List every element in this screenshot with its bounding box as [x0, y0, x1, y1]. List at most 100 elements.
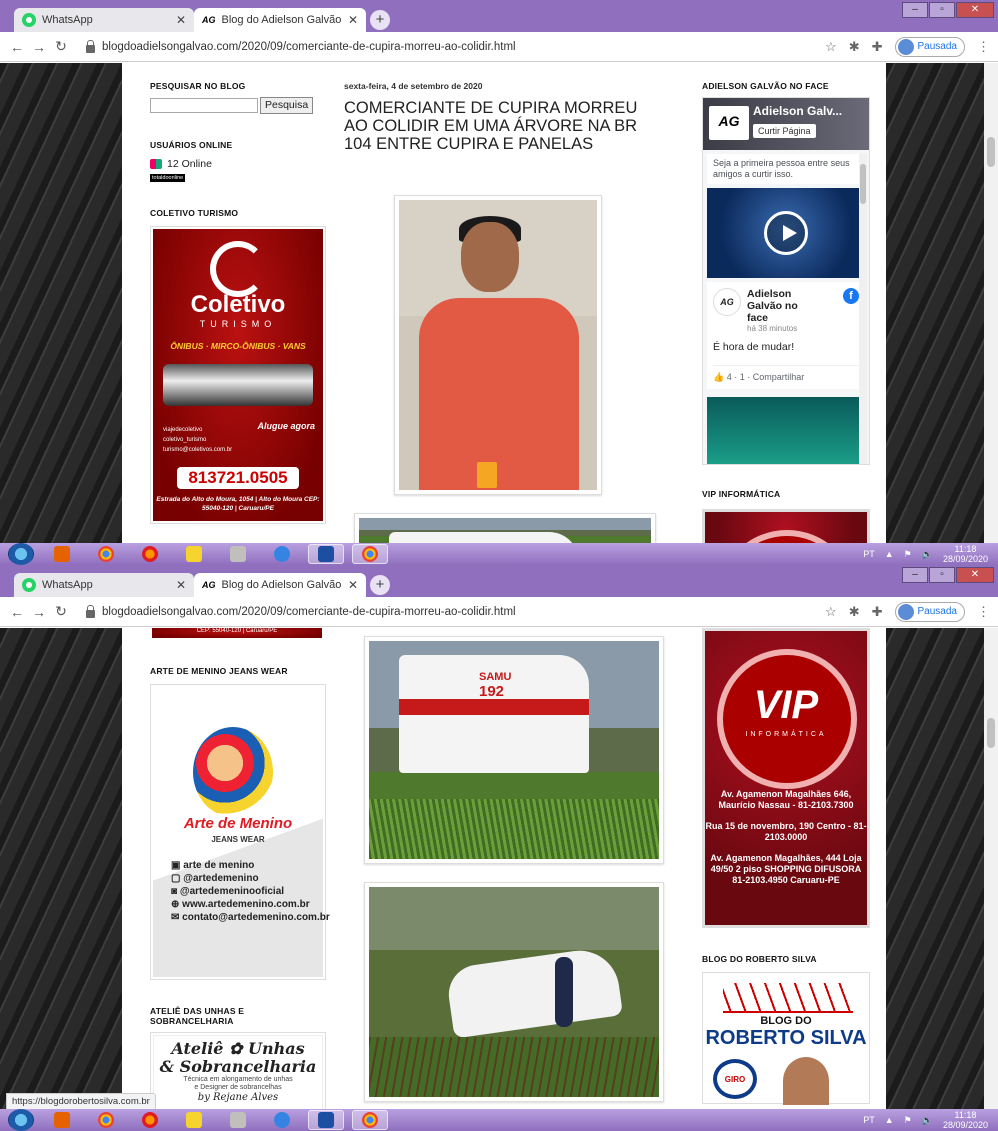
fb-page-name[interactable]: Adielson Galv... [753, 104, 842, 118]
extension-icon[interactable]: ✱ [849, 39, 860, 55]
taskbar-chrome[interactable] [88, 1110, 124, 1130]
tray-arrow-icon[interactable]: ▲ [885, 549, 894, 559]
scrollbar[interactable] [984, 63, 998, 543]
taskbar-firefox[interactable] [132, 544, 168, 564]
fb-video-2[interactable] [707, 397, 865, 464]
coletivo-ad[interactable]: Coletivo TURISMO ÔNIBUS · MIRCO-ÔNIBUS ·… [150, 226, 326, 524]
new-tab-button[interactable]: + [370, 575, 390, 595]
tab-blog[interactable]: AG Blog do Adielson Galvão: COMER ✕ [194, 8, 366, 32]
taskbar-app[interactable] [264, 544, 300, 564]
tab-bar: WhatsApp ✕ AG Blog do Adielson Galvão: C… [0, 565, 998, 597]
fb-video[interactable] [707, 188, 865, 278]
reload-icon[interactable]: ↻ [50, 38, 72, 55]
fb-scrollbar[interactable] [859, 154, 867, 464]
atelie-ad[interactable]: Ateliê ✿ Unhas & Sobrancelharia Técnica … [150, 1032, 326, 1109]
close-icon[interactable]: ✕ [348, 13, 358, 27]
online-badge[interactable]: totaldoonline [150, 174, 186, 182]
start-button[interactable] [8, 543, 34, 565]
search-input[interactable] [150, 98, 258, 113]
post-title[interactable]: COMERCIANTE DE CUPIRA MORREU AO COLIDIR … [344, 99, 644, 153]
taskbar-chrome-active[interactable] [352, 544, 388, 564]
taskbar-chrome[interactable] [88, 544, 124, 564]
minimize-button[interactable]: – [902, 567, 928, 583]
coletivo-ad-partial[interactable]: CEP: 55040-120 | Caruaru/PE [152, 628, 322, 638]
close-window-button[interactable]: ✕ [956, 567, 994, 583]
scroll-thumb[interactable] [987, 137, 995, 167]
back-icon[interactable]: ← [6, 604, 28, 620]
search-button[interactable]: Pesquisa [260, 97, 314, 114]
lock-icon[interactable] [86, 39, 95, 53]
fb-like-button[interactable]: Curtir Página [753, 124, 816, 138]
reload-icon[interactable]: ↻ [50, 603, 72, 620]
language-indicator[interactable]: PT [863, 1115, 875, 1125]
volume-icon[interactable]: 🔈 [922, 1115, 933, 1126]
post-photo-ambulance-partial[interactable] [354, 513, 656, 543]
taskbar-explorer[interactable] [176, 1110, 212, 1130]
new-tab-button[interactable]: + [370, 10, 390, 30]
url-field[interactable]: blogdoadielsongalvao.com/2020/09/comerci… [102, 41, 825, 53]
back-icon[interactable]: ← [6, 39, 28, 55]
window-controls: – ▫ ✕ [902, 2, 994, 18]
fb-action-text[interactable]: 4 · 1 · Compartilhar [727, 372, 805, 382]
star-icon[interactable]: ☆ [825, 39, 837, 55]
lock-icon[interactable] [86, 604, 95, 618]
taskbar-chrome-active[interactable] [352, 1110, 388, 1130]
maximize-button[interactable]: ▫ [929, 2, 955, 18]
facebook-icon: f [843, 288, 859, 304]
taskbar-word[interactable] [308, 1110, 344, 1130]
taskbar-media[interactable] [44, 1110, 80, 1130]
tab-whatsapp[interactable]: WhatsApp ✕ [14, 8, 194, 32]
forward-icon[interactable]: → [28, 39, 50, 55]
coletivo-phone: 813721.0505 [177, 467, 299, 489]
clock[interactable]: 11:18 28/09/2020 [943, 1110, 988, 1130]
vip-ad[interactable]: VIP INFORMÁTICA Av. Agamenon Magalhães 6… [702, 628, 870, 928]
tray-arrow-icon[interactable]: ▲ [885, 1115, 894, 1125]
maximize-button[interactable]: ▫ [929, 567, 955, 583]
taskbar-firefox[interactable] [132, 1110, 168, 1130]
play-icon[interactable] [764, 211, 808, 255]
extension-icon[interactable]: ✱ [849, 604, 860, 620]
post-photo-car[interactable] [364, 882, 664, 1102]
taskbar-explorer[interactable] [176, 544, 212, 564]
tab-blog[interactable]: AG Blog do Adielson Galvão: COMER ✕ [194, 573, 366, 597]
forward-icon[interactable]: → [28, 604, 50, 620]
arte-ad[interactable]: Arte de Menino JEANS WEAR ▣ arte de meni… [150, 684, 330, 980]
like-icon[interactable]: 👍 [713, 372, 724, 382]
taskbar-media[interactable] [44, 544, 80, 564]
minimize-button[interactable]: – [902, 2, 928, 18]
vip-ad-partial[interactable] [702, 509, 870, 543]
close-icon[interactable]: ✕ [348, 578, 358, 592]
post-photo-ambulance[interactable]: SAMU 192 [364, 636, 664, 864]
post-photo-man[interactable] [394, 195, 602, 495]
fb-post-name[interactable]: Adielson Galvão no face [747, 288, 815, 324]
puzzle-icon[interactable]: ✚ [872, 39, 883, 55]
fb-post: AG Adielson Galvão no face f há 38 minut… [707, 282, 865, 389]
profile-button[interactable]: Pausada [894, 601, 965, 622]
profile-status: Pausada [917, 41, 957, 52]
star-icon[interactable]: ☆ [825, 604, 837, 620]
close-icon[interactable]: ✕ [176, 578, 186, 592]
facebook-widget[interactable]: AG Adielson Galv... Curtir Página Seja a… [702, 97, 870, 465]
puzzle-icon[interactable]: ✚ [872, 604, 883, 620]
flag-icon[interactable]: ⚑ [904, 1115, 912, 1126]
start-button[interactable] [8, 1109, 34, 1131]
taskbar-app[interactable] [264, 1110, 300, 1130]
taskbar-calculator[interactable] [220, 544, 256, 564]
volume-icon[interactable]: 🔈 [922, 549, 933, 560]
menu-icon[interactable]: ⋮ [977, 39, 990, 55]
flag-icon[interactable]: ⚑ [904, 549, 912, 560]
clock[interactable]: 11:18 28/09/2020 [943, 544, 988, 564]
menu-icon[interactable]: ⋮ [977, 604, 990, 620]
url-field[interactable]: blogdoadielsongalvao.com/2020/09/comerci… [102, 606, 825, 618]
close-window-button[interactable]: ✕ [956, 2, 994, 18]
profile-button[interactable]: Pausada [894, 36, 965, 57]
language-indicator[interactable]: PT [863, 549, 875, 559]
scroll-thumb[interactable] [987, 718, 995, 748]
taskbar-word[interactable] [308, 544, 344, 564]
scrollbar[interactable] [984, 628, 998, 1109]
taskbar-calculator[interactable] [220, 1110, 256, 1130]
fb-scroll-thumb[interactable] [860, 164, 866, 204]
roberto-ad[interactable]: BLOG DO ROBERTO SILVA GIRO [702, 972, 870, 1105]
close-icon[interactable]: ✕ [176, 13, 186, 27]
tab-whatsapp[interactable]: WhatsApp ✕ [14, 573, 194, 597]
